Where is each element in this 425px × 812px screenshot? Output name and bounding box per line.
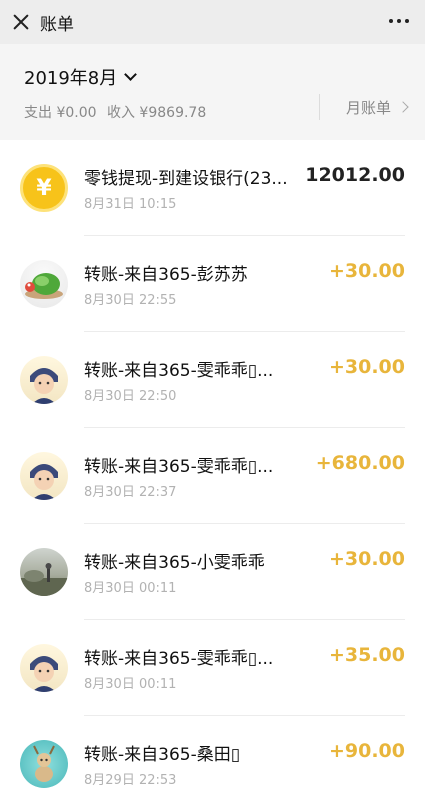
transaction-amount: +30.00: [328, 260, 405, 282]
page-title: 账单: [40, 14, 74, 35]
expense-total: 支出 ¥0.00: [24, 105, 97, 121]
transaction-row[interactable]: 转账-来自365-小雯乖乖 8月30日 00:11 +30.00: [0, 524, 425, 620]
transaction-row[interactable]: 转账-来自365-雯乖乖▯... 8月30日 22:50 +30.00: [0, 332, 425, 428]
snail-avatar: [20, 260, 68, 308]
chevron-right-icon: [397, 101, 409, 113]
transaction-row[interactable]: 转账-来自365-雯乖乖▯... 8月30日 22:37 +680.00: [0, 428, 425, 524]
transaction-time: 8月30日 00:11: [84, 581, 177, 596]
transaction-time: 8月29日 22:53: [84, 773, 177, 788]
close-icon[interactable]: [10, 11, 32, 33]
transaction-row[interactable]: 转账-来自365-彭苏苏 8月30日 22:55 +30.00: [0, 236, 425, 332]
child-avatar: [20, 356, 68, 404]
child-avatar: [20, 644, 68, 692]
transaction-time: 8月30日 22:50: [84, 389, 177, 404]
deer-avatar: [20, 740, 68, 788]
transaction-amount: +30.00: [328, 548, 405, 570]
transaction-amount: +90.00: [328, 740, 405, 762]
transaction-time: 8月30日 00:11: [84, 677, 177, 692]
transaction-amount: +680.00: [315, 452, 405, 474]
transaction-amount: +35.00: [328, 644, 405, 666]
monthly-bill-label: 月账单: [345, 98, 391, 117]
transaction-row[interactable]: 转账-来自365-雯乖乖▯... 8月30日 00:11 +35.00: [0, 620, 425, 716]
chevron-down-icon: [124, 68, 138, 81]
child-avatar: [20, 452, 68, 500]
transaction-amount: +30.00: [328, 356, 405, 378]
transaction-time: 8月30日 22:37: [84, 485, 177, 500]
landscape-avatar: [20, 548, 68, 596]
monthly-bill-link[interactable]: 月账单: [318, 94, 409, 120]
transaction-title: 转账-来自365-雯乖乖▯...: [84, 649, 274, 669]
transaction-amount: 12012.00: [305, 164, 405, 186]
top-bar: 账单: [0, 0, 425, 44]
coin-icon: ¥: [20, 164, 68, 212]
transaction-title: 转账-来自365-雯乖乖▯...: [84, 457, 274, 477]
transaction-title: 转账-来自365-桑田▯: [84, 745, 241, 765]
transaction-title: 零钱提现-到建设银行(23...: [84, 169, 288, 189]
transaction-title: 转账-来自365-小雯乖乖: [84, 553, 265, 573]
transaction-time: 8月30日 22:55: [84, 293, 177, 308]
income-total: 收入 ¥9869.78: [106, 105, 207, 121]
transaction-time: 8月31日 10:15: [84, 197, 177, 212]
transaction-title: 转账-来自365-彭苏苏: [84, 265, 248, 285]
transaction-row[interactable]: 转账-来自365-桑田▯ 8月29日 22:53 +90.00: [0, 716, 425, 812]
transaction-row[interactable]: ¥ 零钱提现-到建设银行(23... 8月31日 10:15 12012.00: [0, 140, 425, 236]
transaction-title: 转账-来自365-雯乖乖▯...: [84, 361, 274, 381]
month-selector[interactable]: 2019年8月: [24, 64, 138, 90]
bill-summary: 2019年8月 支出 ¥0.00 收入 ¥9869.78 月账单: [0, 44, 425, 140]
more-options-icon[interactable]: [389, 19, 409, 23]
month-label: 2019年8月: [24, 68, 118, 89]
